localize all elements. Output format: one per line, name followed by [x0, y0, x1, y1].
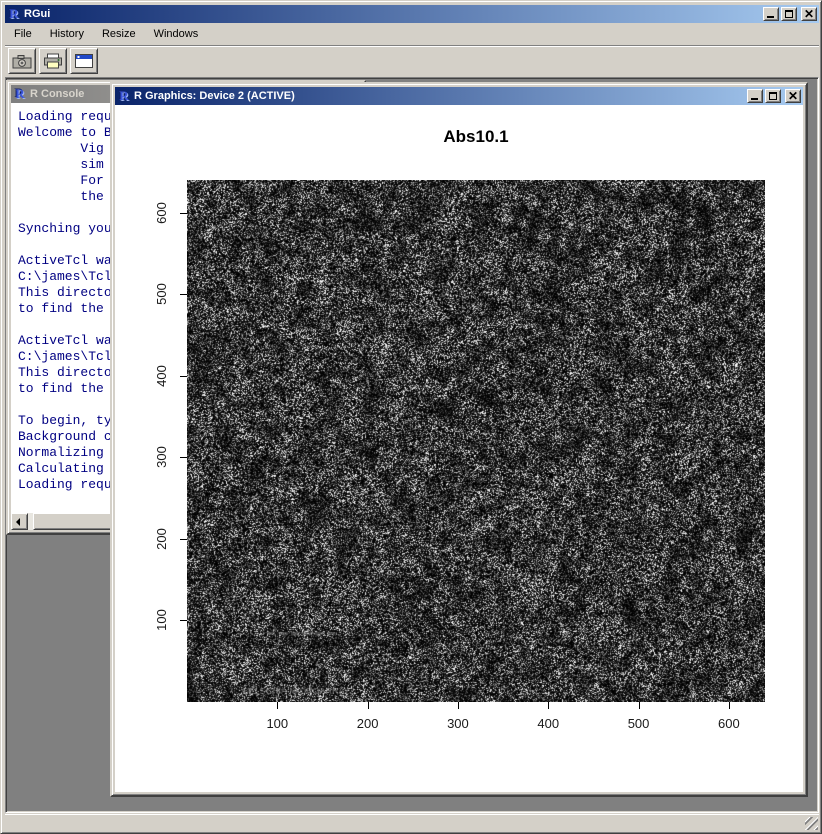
menu-resize[interactable]: Resize [93, 26, 145, 42]
graphics-window: R R Graphics: Device 2 (ACTIVE) ✕ Abs10.… [110, 82, 808, 797]
x-tick-mark [729, 702, 730, 709]
graphics-minimize-button[interactable] [747, 89, 763, 103]
toolbar [5, 45, 819, 76]
graphics-window-title: R Graphics: Device 2 (ACTIVE) [134, 90, 295, 102]
minimize-icon [767, 16, 774, 18]
r-logo-icon: R [13, 87, 27, 101]
resize-grip-icon[interactable] [805, 817, 818, 830]
y-tick-label: 400 [154, 346, 168, 406]
window-icon [74, 53, 94, 69]
x-tick-label: 400 [523, 716, 573, 731]
graphics-titlebar[interactable]: R R Graphics: Device 2 (ACTIVE) ✕ [115, 87, 803, 105]
y-tick-mark [180, 457, 187, 458]
y-tick-label: 600 [154, 183, 168, 243]
x-tick-label: 100 [252, 716, 302, 731]
console-window-title: R Console [30, 88, 84, 100]
x-tick-label: 200 [343, 716, 393, 731]
r-logo-icon: R [117, 89, 131, 103]
scroll-left-button[interactable] [11, 513, 28, 530]
minimize-icon [751, 98, 758, 100]
maximize-button[interactable] [781, 7, 797, 21]
x-tick-mark [368, 702, 369, 709]
menu-windows[interactable]: Windows [145, 26, 208, 42]
close-button[interactable]: ✕ [801, 7, 817, 21]
printer-icon [43, 53, 63, 69]
y-tick-mark [180, 376, 187, 377]
print-button[interactable] [39, 48, 67, 74]
x-tick-mark [639, 702, 640, 709]
main-window-title: RGui [24, 8, 50, 20]
console-window-button[interactable] [70, 48, 98, 74]
y-tick-label: 500 [154, 264, 168, 324]
x-tick-mark [548, 702, 549, 709]
main-titlebar[interactable]: R RGui ✕ [5, 5, 819, 23]
graphics-maximize-button[interactable] [765, 89, 781, 103]
y-tick-mark [180, 213, 187, 214]
close-icon: ✕ [786, 89, 800, 103]
x-tick-mark [458, 702, 459, 709]
microarray-image [187, 180, 765, 702]
plot-title: Abs10.1 [187, 127, 765, 147]
x-tick-mark [277, 702, 278, 709]
camera-icon [12, 54, 32, 69]
status-bar [5, 814, 819, 831]
maximize-icon [769, 92, 777, 100]
menu-file[interactable]: File [5, 26, 41, 42]
rgui-main-window: R RGui ✕ File History Resize Windows [0, 0, 822, 834]
x-tick-label: 500 [614, 716, 664, 731]
maximize-icon [785, 10, 793, 18]
r-logo-icon: R [7, 7, 21, 21]
y-tick-label: 300 [154, 427, 168, 487]
x-tick-label: 300 [433, 716, 483, 731]
y-tick-label: 200 [154, 509, 168, 569]
x-tick-label: 600 [704, 716, 754, 731]
arrow-left-icon [16, 518, 20, 526]
y-tick-mark [180, 294, 187, 295]
plot-area: Abs10.1 100 200 300 400 500 600 100 200 300 400 5… [115, 105, 803, 792]
mdi-client-area: R R Console Loading requWelcome to B Vig… [5, 77, 819, 813]
graphics-close-button[interactable]: ✕ [785, 89, 801, 103]
menu-history[interactable]: History [41, 26, 93, 42]
y-tick-mark [180, 539, 187, 540]
snapshot-button[interactable] [8, 48, 36, 74]
y-tick-mark [180, 620, 187, 621]
menu-bar: File History Resize Windows [5, 24, 819, 44]
minimize-button[interactable] [763, 7, 779, 21]
y-tick-label: 100 [154, 590, 168, 650]
close-icon: ✕ [802, 7, 816, 21]
